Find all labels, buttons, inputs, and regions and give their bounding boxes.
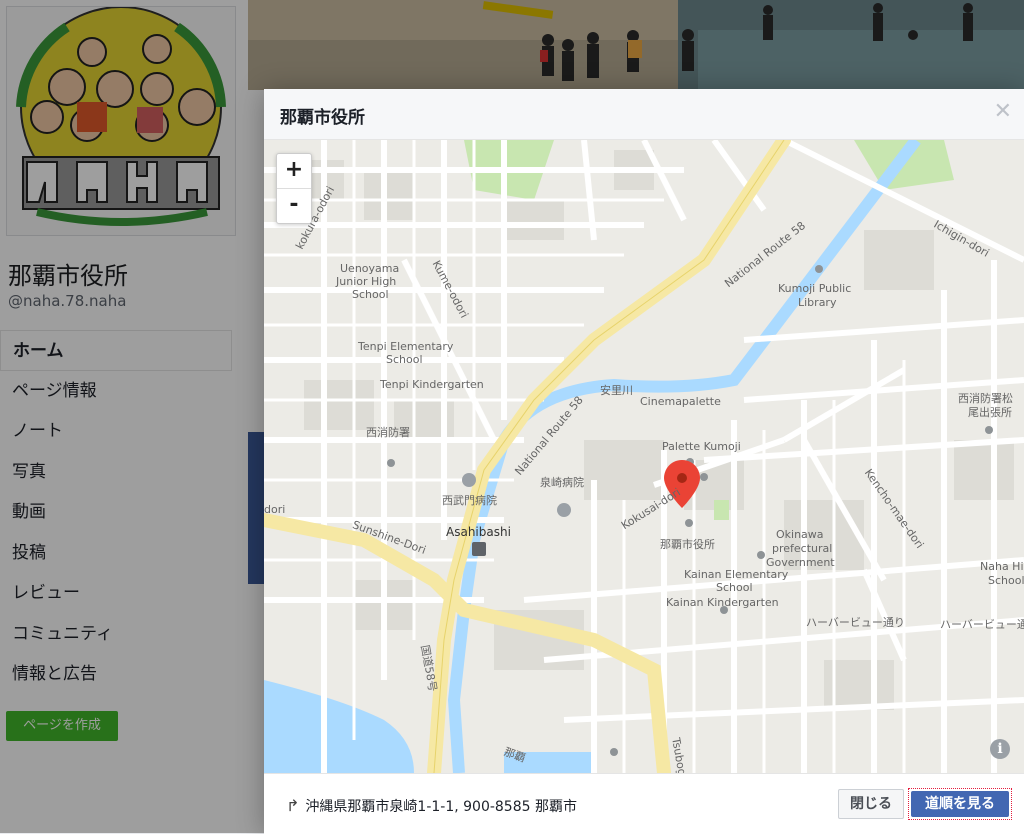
map-label-nishi-fire: 西消防署 (366, 425, 410, 439)
map-label-kumoji-lib-1: Kumoji Public (778, 282, 851, 295)
zoom-out-button[interactable]: - (277, 188, 311, 223)
map-label-palette-kumoji: Palette Kumoji (662, 440, 741, 453)
facebook-page: 那覇市役所 @naha.78.naha ホーム ページ情報 ノート 写真 動画 … (0, 0, 1024, 834)
map-label-kainan-elem-1: Kainan Elementary (684, 568, 789, 581)
map-label-harbor-view-2: ハーバービュー通 (940, 618, 1024, 631)
map-label-matsuo-1: 西消防署松 (958, 391, 1013, 405)
map-label-uenoyama-3: School (352, 288, 389, 301)
zoom-in-button[interactable]: + (277, 154, 311, 188)
directions-arrow-icon: ↱ (286, 796, 300, 815)
close-x-icon[interactable]: ✕ (994, 101, 1012, 123)
map-label-naha-city-hall: 那覇市役所 (660, 537, 715, 551)
map-label-river: 安里川 (600, 383, 633, 397)
dialog-header: 那覇市役所 ✕ (264, 89, 1024, 140)
map-label-matsuo-2: 尾出張所 (968, 405, 1012, 419)
map-label-naha-high-1: Naha Hi (980, 560, 1024, 573)
map-label-kumoji-lib-2: Library (798, 296, 837, 309)
map-label-uenoyama-1: Uenoyama (340, 262, 399, 275)
dialog-footer: ↱ 沖縄県那覇市泉崎1-1-1, 900-8585 那覇市 閉じる 道順を見る (264, 773, 1024, 834)
map-label-asahibashi: Asahibashi (446, 525, 511, 539)
map-view[interactable]: National Route 58 National Route 58 Kume… (264, 140, 1024, 773)
map-label-dori-edge: dori (264, 503, 285, 516)
map-label-harbor-view-1: ハーバービュー通り (806, 616, 905, 629)
map-label-okinawa-2: prefectural (772, 542, 832, 555)
dialog-title: 那覇市役所 (280, 108, 365, 128)
get-directions-button[interactable]: 道順を見る (908, 788, 1012, 820)
get-directions-label: 道順を見る (911, 791, 1009, 817)
map-label-kainan-kinder: Kainan Kindergarten (666, 596, 779, 609)
map-info-icon[interactable]: i (990, 739, 1010, 759)
map-label-okinawa-1: Okinawa (776, 528, 824, 541)
map-label-tenpi-elem-1: Tenpi Elementary (357, 340, 454, 353)
close-button[interactable]: 閉じる (838, 789, 904, 819)
map-label-tenpi-elem-2: School (386, 353, 423, 366)
map-label-naha-high-2: School (988, 574, 1024, 587)
zoom-control: + - (276, 153, 312, 224)
map-label-izumizaki-hospital: 泉崎病院 (540, 475, 584, 489)
address-line[interactable]: ↱ 沖縄県那覇市泉崎1-1-1, 900-8585 那覇市 (286, 796, 577, 816)
map-canvas[interactable]: National Route 58 National Route 58 Kume… (264, 140, 1024, 773)
map-dialog: 那覇市役所 ✕ National Route 58 National Route… (264, 89, 1024, 834)
map-label-cinemapalette: Cinemapalette (640, 395, 721, 408)
map-label-kainan-elem-2: School (716, 581, 753, 594)
map-label-tenpi-kinder: Tenpi Kindergarten (379, 378, 484, 391)
train-station-icon[interactable] (472, 542, 486, 556)
map-label-nishibu-hospital: 西武門病院 (442, 493, 497, 507)
map-label-uenoyama-2: Junior High (335, 275, 396, 288)
address-text: 沖縄県那覇市泉崎1-1-1, 900-8585 那覇市 (305, 799, 577, 815)
